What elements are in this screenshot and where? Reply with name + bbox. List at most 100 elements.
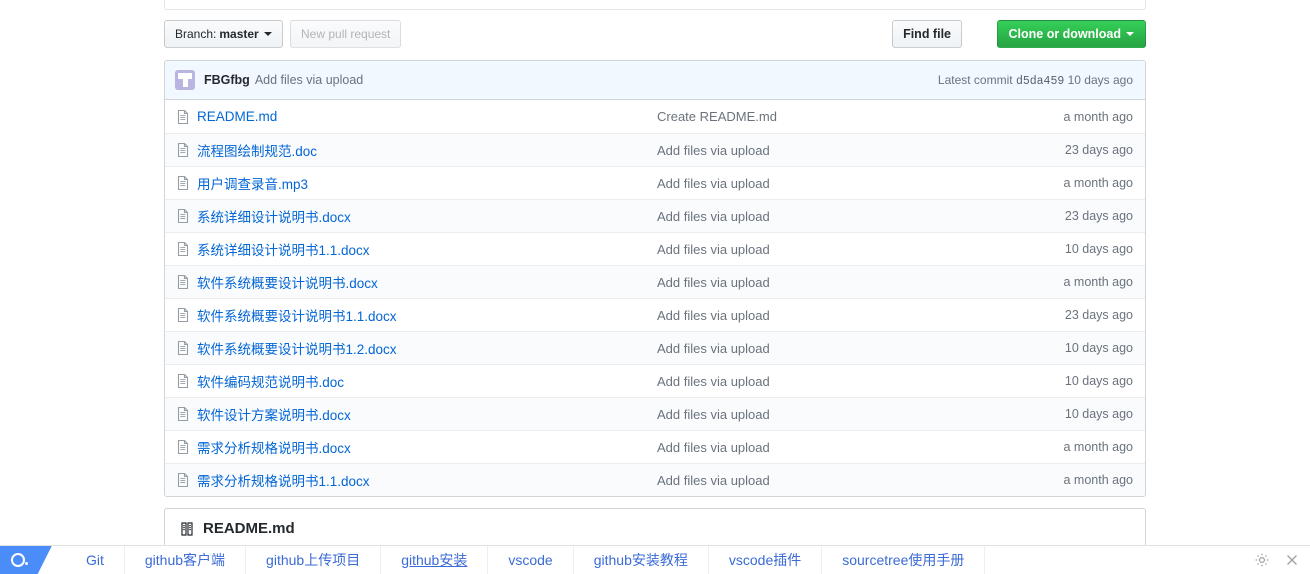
clone-or-download-button[interactable]: Clone or download [996, 20, 1146, 48]
file-name-cell: 系统详细设计说明书1.1.docx [165, 239, 657, 259]
taskbar-item-list: Git github客户端 github上传项目 github安装 vscode gith… [66, 545, 1254, 574]
taskbar-item[interactable]: Git [66, 545, 125, 574]
file-commit-message[interactable]: Add files via upload [657, 341, 1013, 356]
file-commit-age: a month ago [1063, 109, 1134, 124]
file-name-cell: 需求分析规格说明书1.1.docx [165, 470, 657, 490]
file-link[interactable]: 用户调查录音.mp3 [197, 173, 308, 193]
file-commit-age: 10 days ago [1064, 242, 1133, 256]
taskbar-controls [1254, 552, 1310, 568]
taskbar-item[interactable]: github安装 [381, 545, 489, 574]
file-commit-message[interactable]: Add files via upload [657, 242, 1013, 257]
table-row: 流程图绘制规范.doc Add files via upload 23 days a… [165, 133, 1145, 166]
file-name-cell: 软件设计方案说明书.docx [165, 404, 657, 424]
browser-logo-icon[interactable] [0, 545, 52, 574]
file-commit-age: 23 days ago [1064, 209, 1133, 223]
taskbar-item[interactable]: github安装教程 [574, 545, 709, 574]
file-link[interactable]: 需求分析规格说明书.docx [197, 437, 351, 457]
file-name-cell: 需求分析规格说明书.docx [165, 437, 657, 457]
file-commit-age: 23 days ago [1064, 308, 1133, 322]
file-icon [175, 406, 191, 422]
readme-title: README.md [203, 520, 295, 537]
clone-or-download-label: Clone or download [1008, 27, 1122, 41]
file-link[interactable]: 软件设计方案说明书.docx [197, 404, 351, 424]
file-commit-message[interactable]: Add files via upload [657, 176, 1013, 191]
file-commit-message[interactable]: Add files via upload [657, 143, 1013, 158]
table-row: 用户调查录音.mp3 Add files via upload a month ag… [165, 166, 1145, 199]
table-row: 需求分析规格说明书.docx Add files via upload a mont… [165, 430, 1145, 463]
file-commit-age: 23 days ago [1064, 143, 1133, 157]
taskbar-item[interactable]: github客户端 [125, 545, 247, 574]
table-row: 系统详细设计说明书.docx Add files via upload 23 day… [165, 199, 1145, 232]
file-commit-message[interactable]: Create README.md [657, 109, 1013, 124]
file-link[interactable]: 软件系统概要设计说明书1.2.docx [197, 338, 397, 358]
find-file-button[interactable]: Find file [892, 20, 962, 48]
file-name-cell: 软件系统概要设计说明书1.1.docx [165, 305, 657, 325]
latest-commit-label: Latest commit [937, 72, 1013, 87]
table-row: 软件设计方案说明书.docx Add files via upload 10 day… [165, 397, 1145, 430]
file-icon [175, 373, 191, 389]
close-icon[interactable] [1284, 552, 1300, 568]
file-name-cell: 流程图绘制规范.doc [165, 140, 657, 160]
readme-panel: README.md [164, 508, 1146, 548]
browser-taskbar: Git github客户端 github上传项目 github安装 vscode gith… [0, 545, 1310, 574]
taskbar-item[interactable]: vscode插件 [709, 545, 823, 574]
commit-author-link[interactable]: FBGfbg [204, 73, 250, 87]
file-commit-message[interactable]: Add files via upload [657, 308, 1013, 323]
file-list: README.md Create README.md a month ago 流程图绘… [165, 100, 1145, 496]
new-pull-request-label: New pull request [301, 27, 391, 41]
file-name-cell: 软件系统概要设计说明书1.2.docx [165, 338, 657, 358]
file-icon [175, 307, 191, 323]
readme-header: README.md [165, 509, 1145, 537]
file-link[interactable]: 需求分析规格说明书1.1.docx [197, 470, 370, 490]
gear-icon[interactable] [1254, 552, 1270, 568]
repo-action-bar: Branch: master New pull request Find file… [164, 20, 1146, 50]
chevron-down-icon [263, 32, 272, 36]
find-file-label: Find file [903, 27, 951, 41]
file-icon [175, 208, 191, 224]
file-icon [175, 472, 191, 488]
chevron-down-icon [1126, 32, 1134, 36]
file-commit-message[interactable]: Add files via upload [657, 275, 1013, 290]
file-commit-message[interactable]: Add files via upload [657, 407, 1013, 422]
file-link[interactable]: 系统详细设计说明书.docx [197, 206, 351, 226]
file-commit-message[interactable]: Add files via upload [657, 440, 1013, 455]
table-row: 软件系统概要设计说明书1.2.docx Add files via upload 1… [165, 331, 1145, 364]
file-commit-message[interactable]: Add files via upload [657, 374, 1013, 389]
new-pull-request-button[interactable]: New pull request [290, 20, 402, 48]
table-row: README.md Create README.md a month ago [165, 100, 1145, 133]
latest-commit-bar: FBGfbg Add files via upload Latest commi… [165, 61, 1145, 100]
logo-dot [25, 562, 28, 565]
table-row: 需求分析规格说明书1.1.docx Add files via upload a m… [165, 463, 1145, 496]
file-name-cell: 系统详细设计说明书.docx [165, 206, 657, 226]
file-link[interactable]: README.md [197, 109, 277, 124]
file-link[interactable]: 软件系统概要设计说明书.docx [197, 272, 378, 292]
file-commit-message[interactable]: Add files via upload [657, 473, 1013, 488]
commit-sha-link[interactable]: d5da459 [1016, 75, 1064, 88]
table-row: 软件系统概要设计说明书.docx Add files via upload a mo… [165, 265, 1145, 298]
page-root: Branch: master New pull request Find file… [0, 0, 1310, 574]
top-cutoff-panel [164, 0, 1146, 10]
taskbar-item[interactable]: github上传项目 [246, 545, 382, 574]
file-commit-age: a month ago [1063, 176, 1134, 190]
branch-selector-button[interactable]: Branch: master [164, 20, 283, 48]
avatar [175, 70, 195, 90]
file-icon [175, 274, 191, 290]
file-icon [175, 175, 191, 191]
commit-message-link[interactable]: Add files via upload [255, 73, 363, 87]
taskbar-item[interactable]: sourcetree使用手册 [822, 545, 986, 574]
file-commit-age: 10 days ago [1064, 407, 1133, 421]
table-row: 系统详细设计说明书1.1.docx Add files via upload 10 … [165, 232, 1145, 265]
file-link[interactable]: 软件编码规范说明书.doc [197, 371, 344, 391]
file-link[interactable]: 系统详细设计说明书1.1.docx [197, 239, 370, 259]
file-icon [175, 241, 191, 257]
file-commit-age: 10 days ago [1064, 374, 1133, 388]
taskbar-item[interactable]: vscode [488, 545, 574, 574]
file-name-cell: 软件系统概要设计说明书.docx [165, 272, 657, 292]
file-commit-age: a month ago [1063, 473, 1134, 487]
file-name-cell: 用户调查录音.mp3 [165, 173, 657, 193]
file-icon [175, 340, 191, 356]
file-link[interactable]: 流程图绘制规范.doc [197, 140, 317, 160]
file-icon [175, 439, 191, 455]
file-commit-message[interactable]: Add files via upload [657, 209, 1013, 224]
file-link[interactable]: 软件系统概要设计说明书1.1.docx [197, 305, 397, 325]
